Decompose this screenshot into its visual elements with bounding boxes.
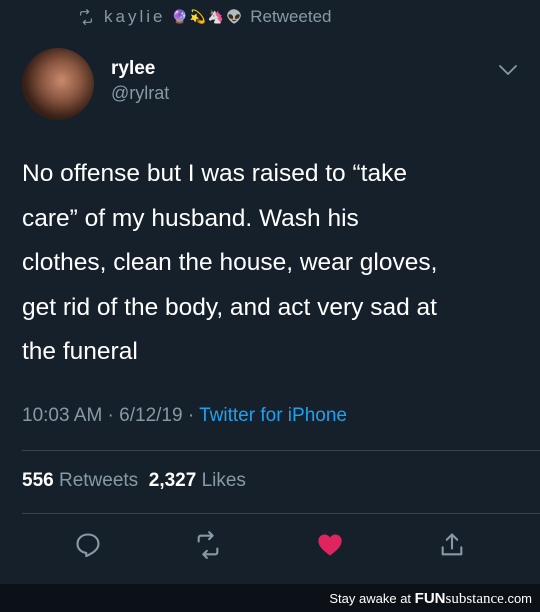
- likes-label[interactable]: Likes: [202, 470, 246, 491]
- alien-emoji: 👽: [226, 9, 243, 25]
- retweet-small-icon: [80, 9, 92, 25]
- retweet-icon: [197, 531, 219, 559]
- tweet-stats: 556 Retweets 2,327 Likes: [22, 470, 246, 492]
- reply-icon: [76, 533, 100, 558]
- avatar[interactable]: [22, 48, 94, 120]
- meta-separator: ·: [182, 405, 200, 426]
- retweet-button[interactable]: [193, 530, 223, 560]
- unicorn-emoji: 🦄: [207, 9, 225, 25]
- like-icon: [318, 534, 342, 556]
- watermark-bar: Stay awake at FUNsubstance.com: [0, 584, 540, 612]
- share-button[interactable]: [437, 530, 467, 560]
- watermark-brand-substance: substance: [445, 591, 504, 607]
- like-button[interactable]: [315, 530, 345, 560]
- share-icon: [441, 533, 463, 556]
- watermark: Stay awake at FUNsubstance.com: [329, 590, 532, 608]
- watermark-brand-tld: .com: [503, 591, 532, 606]
- retweeted-label: Retweeted: [250, 7, 332, 26]
- tweet-date: 6/12/19: [119, 405, 183, 426]
- crystal-ball-emoji: 🔮: [171, 9, 188, 25]
- dizzy-emoji: 💫: [189, 9, 206, 25]
- chevron-down-icon[interactable]: [497, 62, 519, 78]
- author-handle[interactable]: @rylrat: [111, 83, 169, 104]
- retweets-count[interactable]: 556: [22, 470, 54, 491]
- tweet-meta: 10:03 AM · 6/12/19 · Twitter for iPhone: [22, 405, 347, 427]
- tweet-source-link[interactable]: Twitter for iPhone: [199, 405, 347, 426]
- reply-button[interactable]: [73, 530, 103, 560]
- tweet-time: 10:03 AM: [22, 405, 103, 426]
- retweets-label[interactable]: Retweets: [59, 470, 138, 491]
- tweet-text: No offense but I was raised to “take car…: [22, 160, 438, 365]
- meta-separator: ·: [102, 405, 120, 426]
- likes-count[interactable]: 2,327: [149, 470, 197, 491]
- watermark-text: Stay awake at: [329, 591, 412, 606]
- watermark-brand-fun: FUN: [414, 590, 446, 607]
- divider-top: [22, 450, 540, 451]
- retweeter-name[interactable]: kaylie: [104, 7, 165, 27]
- retweet-header: kaylie 🔮 💫 🦄 👽 Retweeted: [76, 4, 332, 30]
- author-name[interactable]: rylee: [111, 58, 155, 80]
- divider-bottom: [22, 513, 540, 514]
